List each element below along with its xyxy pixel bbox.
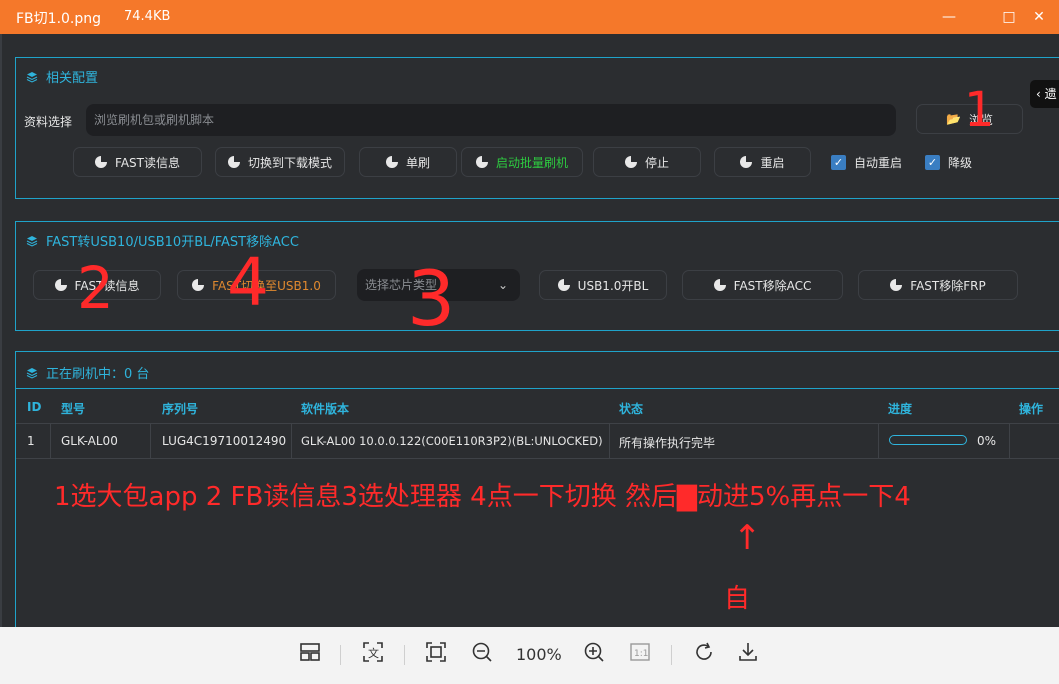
zoom-level: 100%: [516, 645, 562, 664]
file-size: 74.4KB: [124, 9, 171, 24]
zoom-out-icon[interactable]: [468, 641, 496, 669]
fast-read-info-button[interactable]: FAST读信息: [73, 147, 202, 177]
check-icon: ✓: [831, 155, 846, 170]
file-name: FB切1.0.png: [16, 11, 102, 27]
col-action: 操作: [1019, 402, 1044, 416]
col-model: 型号: [61, 402, 86, 416]
annotation-4: 4: [227, 244, 269, 321]
pie-icon: [890, 279, 903, 291]
flashing-panel-title: 正在刷机中：0 台: [46, 367, 150, 382]
config-panel-title: 相关配置: [46, 71, 99, 86]
col-progress: 进度: [888, 402, 913, 416]
col-status: 状态: [619, 402, 644, 416]
annotation-2: 2: [77, 254, 114, 322]
file-path-input[interactable]: 浏览刷机包或刷机脚本: [86, 104, 896, 136]
annotation-auto: 自: [724, 584, 751, 614]
check-icon: ✓: [925, 155, 940, 170]
pie-icon: [54, 279, 67, 291]
progress-bar: [889, 435, 967, 445]
close-icon[interactable]: ✕: [1028, 7, 1050, 27]
instruction-text: 1选大包app 2 FB读信息3选处理器 4点一下切换 然后▇动进5%再点一下4: [54, 482, 911, 512]
viewer-titlebar: FB切1.0.png 74.4KB — □ ✕: [0, 0, 1059, 34]
layers-icon: [26, 367, 38, 379]
col-version: 软件版本: [301, 402, 350, 416]
annotation-1: 1: [964, 82, 995, 138]
maximize-icon[interactable]: □: [998, 7, 1020, 27]
svg-text:文: 文: [368, 646, 379, 660]
rotate-icon[interactable]: [690, 641, 718, 669]
app-screenshot: ‹ 遗 相关配置 资料选择 浏览刷机包或刷机脚本 📂 浏览 FAST读信息 切换…: [0, 34, 1059, 627]
file-select-label: 资料选择: [24, 115, 73, 129]
reboot-button[interactable]: 重启: [714, 147, 811, 177]
progress-label: 0%: [977, 434, 997, 448]
viewer-toolbar: 文 100% 1:1: [0, 627, 1059, 684]
col-id: ID: [27, 400, 42, 414]
zoom-in-icon[interactable]: [580, 641, 608, 669]
svg-text:1:1: 1:1: [634, 649, 648, 659]
annotation-3: 3: [407, 254, 456, 343]
download-icon[interactable]: [734, 641, 762, 669]
col-serial: 序列号: [162, 402, 199, 416]
pie-icon: [475, 156, 488, 168]
folder-icon: 📂: [946, 112, 961, 126]
layers-icon: [26, 235, 38, 247]
pie-icon: [624, 156, 637, 168]
pie-icon: [192, 279, 205, 291]
start-batch-flash-button[interactable]: 启动批量刷机: [461, 147, 583, 177]
actual-size-icon[interactable]: 1:1: [626, 641, 654, 669]
usb-unlock-bl-button[interactable]: USB1.0开BL: [539, 270, 667, 300]
pie-icon: [385, 156, 398, 168]
switch-download-mode-button[interactable]: 切换到下载模式: [215, 147, 345, 177]
config-panel: 相关配置 资料选择 浏览刷机包或刷机脚本 📂 浏览 FAST读信息 切换到下载模…: [15, 57, 1059, 199]
pie-icon: [740, 156, 753, 168]
fast-panel: FAST转USB10/USB10开BL/FAST移除ACC FAST读信息 FA…: [15, 221, 1059, 331]
stop-button[interactable]: 停止: [593, 147, 701, 177]
fast-remove-acc-button[interactable]: FAST移除ACC: [682, 270, 843, 300]
layers-icon: [26, 71, 38, 83]
single-flash-button[interactable]: 单刷: [359, 147, 457, 177]
fast-remove-frp-button[interactable]: FAST移除FRP: [858, 270, 1018, 300]
downgrade-checkbox[interactable]: ✓ 降级: [925, 154, 972, 171]
arrow-up-icon: ↑: [733, 518, 762, 558]
pie-icon: [227, 156, 240, 168]
pie-icon: [95, 156, 108, 168]
auto-reboot-checkbox[interactable]: ✓ 自动重启: [831, 154, 902, 171]
pie-icon: [557, 279, 570, 291]
minimize-icon[interactable]: —: [938, 7, 960, 27]
chevron-down-icon: ⌄: [497, 278, 508, 292]
layout-icon[interactable]: [296, 641, 324, 669]
pie-icon: [713, 279, 726, 291]
text-recognize-icon[interactable]: 文: [359, 641, 387, 669]
fit-window-icon[interactable]: [422, 641, 450, 669]
